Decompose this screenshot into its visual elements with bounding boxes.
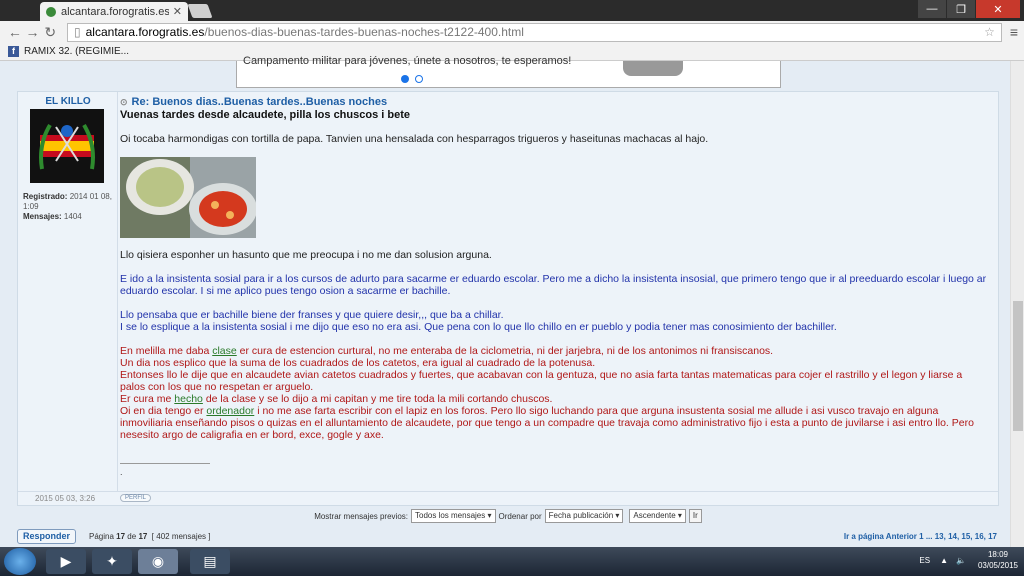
post-icon: ⊙ <box>120 97 128 107</box>
page-links[interactable]: Ir a página Anterior 1 ... 13, 14, 15, 1… <box>844 532 997 541</box>
post-profile: EL KILLO Registrado: 2014 01 08, 1:09 Me… <box>18 92 118 491</box>
favicon-icon <box>46 6 56 17</box>
tray-arrow-icon[interactable]: ▲ <box>940 556 948 565</box>
registered-label: Registrado: <box>23 192 68 201</box>
post-line-1: Oi tocaba harmondigas con tortilla de pa… <box>120 133 709 145</box>
messages-value: 1404 <box>63 212 82 221</box>
food-photo[interactable] <box>120 157 256 238</box>
bookmark-star-icon[interactable]: ☆ <box>984 25 995 39</box>
blue-paragraph-3: I se lo esplique a la insistenta sosial … <box>120 321 837 333</box>
go-button[interactable]: Ir <box>688 509 702 523</box>
post-body: ⊙ Re: Buenos dias..Buenas tardes..Buenas … <box>120 92 998 491</box>
reload-icon[interactable]: ↻ <box>41 24 59 41</box>
browser-tab[interactable]: alcantara.forogratis.es - V ✕ <box>40 2 188 21</box>
address-bar[interactable]: ▯ alcantara.forogratis.es /buenos-dias-b… <box>67 22 1002 42</box>
post-line-2: Llo qisiera esponher un hasunto que me p… <box>120 249 492 261</box>
avatar <box>30 109 104 183</box>
red-5-pre: Oi en dia tengo er <box>120 405 204 417</box>
red-1-pre: En melilla me daba <box>120 345 210 357</box>
close-window-icon[interactable]: ✕ <box>976 0 1020 18</box>
forward-icon[interactable]: → <box>24 24 42 40</box>
language-indicator[interactable]: ES <box>919 556 930 565</box>
page-info: Página 17 de 17 [ 402 mensajes ] <box>89 532 211 541</box>
goto-page-label[interactable]: Ir a página Anterior <box>844 532 917 541</box>
red-4-post: de la clase y se lo dijo a mi capitan y … <box>205 393 553 405</box>
page-numbers[interactable]: 1 ... 13, 14, 15, 16, 17 <box>919 532 997 541</box>
window-controls: — ❐ ✕ <box>917 0 1020 18</box>
author-stats: Registrado: 2014 01 08, 1:09 Mensajes: 1… <box>23 192 115 222</box>
tab-close-icon[interactable]: ✕ <box>173 5 182 18</box>
scrollbar[interactable] <box>1010 61 1024 547</box>
clock-time: 18:09 <box>987 550 1008 559</box>
media-player-icon[interactable]: ▶ <box>46 549 86 574</box>
avatar-emblem-icon <box>30 109 104 183</box>
carousel-dot[interactable] <box>415 75 423 83</box>
system-tray: ES ▲ 🔈 18:09 03/05/2015 <box>919 549 1018 571</box>
prev-messages-label: Mostrar mensajes previos: <box>314 511 408 521</box>
post-footer: 2015 05 03, 3:26 PERFIL <box>18 491 998 505</box>
blue-paragraph-2: Llo pensaba que er bachille biene der fr… <box>120 309 504 321</box>
post-date: 2015 05 03, 3:26 <box>35 494 96 503</box>
menu-icon[interactable]: ≡ <box>1010 24 1018 40</box>
facebook-icon: f <box>8 46 19 57</box>
ad-text: Campamento militar para jóvenes, únete a… <box>243 55 572 67</box>
volume-icon[interactable]: 🔈 <box>956 556 966 565</box>
browser-toolbar: ← → ↻ ▯ alcantara.forogratis.es /buenos-… <box>0 21 1024 43</box>
forum-post: EL KILLO Registrado: 2014 01 08, 1:09 Me… <box>17 91 999 506</box>
signature-text: . <box>120 467 123 477</box>
profile-button[interactable]: PERFIL <box>120 494 152 502</box>
carousel-dot-active[interactable] <box>401 75 409 83</box>
message-count: [ 402 mensajes ] <box>151 532 211 541</box>
prev-messages-select[interactable]: Todos los mensajes ▾ <box>411 509 496 523</box>
minimize-icon[interactable]: — <box>918 0 946 18</box>
messages-label: Mensajes: <box>23 212 62 221</box>
order-by-select[interactable]: Fecha publicación ▾ <box>544 509 624 523</box>
red-4-pre: Er cura me <box>120 393 172 405</box>
clock[interactable]: 18:09 03/05/2015 <box>978 549 1018 571</box>
signature-divider <box>120 463 210 464</box>
game-app-icon[interactable]: ✦ <box>92 549 132 574</box>
reply-button[interactable]: Responder <box>17 529 77 544</box>
tab-title: alcantara.forogratis.es - V <box>61 5 169 18</box>
start-button-icon[interactable] <box>4 548 36 575</box>
scrollbar-thumb[interactable] <box>1013 301 1023 431</box>
red-1-post: er cura de estencion curtural, no me ent… <box>239 345 774 357</box>
blue-paragraph-1: E ido a la insistenta sosial para ir a l… <box>120 273 987 297</box>
back-icon[interactable]: ← <box>6 24 24 40</box>
folder-icon[interactable]: ▤ <box>190 549 230 574</box>
post-title-text: Re: Buenos dias..Buenas tardes..Buenas n… <box>131 96 388 108</box>
post-title[interactable]: ⊙ Re: Buenos dias..Buenas tardes..Buenas … <box>120 96 387 108</box>
chrome-icon[interactable]: ◉ <box>138 549 178 574</box>
page-icon: ▯ <box>74 25 81 39</box>
ad-button[interactable] <box>623 61 683 76</box>
author-name[interactable]: EL KILLO <box>18 96 118 107</box>
pagination-bar: Responder Página 17 de 17 [ 402 mensajes… <box>17 529 999 545</box>
bookmark-item[interactable]: RAMIX 32. (REGIMIE... <box>24 46 129 57</box>
red-paragraph-2: Un dia nos esplico que la suma de los cu… <box>120 357 596 369</box>
red-paragraph-3: Entonses llo le dije que en alcaudete av… <box>120 369 963 393</box>
ad-banner[interactable]: Campamento militar para jóvenes, únete a… <box>236 55 781 88</box>
clock-date: 03/05/2015 <box>977 561 1018 570</box>
sort-direction-select[interactable]: Ascendente ▾ <box>629 509 686 523</box>
new-tab-button[interactable] <box>187 4 213 18</box>
order-by-label: Ordenar por <box>498 511 542 521</box>
food-photo-image <box>120 157 256 238</box>
red-paragraph-4: Er cura me hecho de la clase y se lo dij… <box>120 393 988 405</box>
post-subtitle: Vuenas tardes desde alcaudete, pilla los… <box>120 109 410 121</box>
link-ordenador[interactable]: ordenador <box>206 405 254 417</box>
windows-taskbar: ▶ ✦ ◉ ▤ ES ▲ 🔈 18:09 03/05/2015 <box>0 547 1024 576</box>
browser-titlebar: alcantara.forogratis.es - V ✕ — ❐ ✕ <box>0 0 1024 21</box>
red-paragraph-1: En melilla me daba clase er cura de este… <box>120 345 988 357</box>
sort-bar: Mostrar mensajes previos: Todos los mens… <box>17 507 999 525</box>
maximize-icon[interactable]: ❐ <box>947 0 975 18</box>
red-paragraph-5: Oi en dia tengo er ordenador i no me ase… <box>120 405 988 441</box>
url-host: alcantara.forogratis.es <box>85 25 205 39</box>
page-content: Campamento militar para jóvenes, únete a… <box>0 55 1024 547</box>
link-clase[interactable]: clase <box>212 345 237 357</box>
url-path: /buenos-dias-buenas-tardes-buenas-noches… <box>204 25 524 39</box>
link-hecho[interactable]: hecho <box>174 393 203 405</box>
